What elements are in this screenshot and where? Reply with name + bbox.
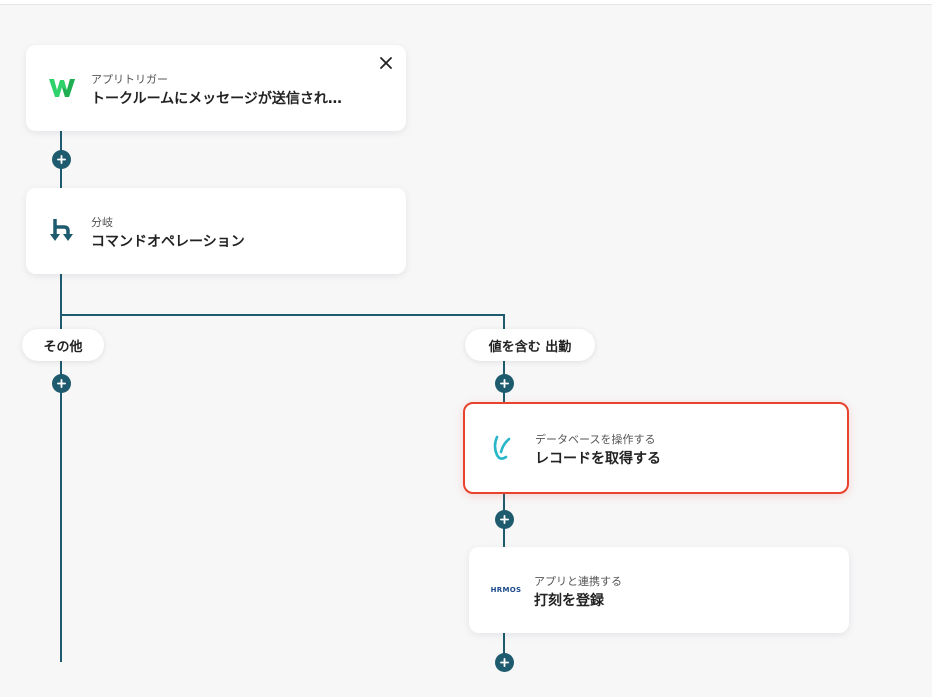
plus-icon <box>500 658 509 667</box>
database-card[interactable]: データベースを操作する レコードを取得する <box>463 402 849 494</box>
hrmos-logo-icon: HRMOS <box>489 583 523 597</box>
branch-subtitle: 分岐 <box>91 216 113 229</box>
add-step-button-end[interactable] <box>495 653 514 672</box>
yoom-database-icon <box>493 435 511 460</box>
close-icon[interactable] <box>378 55 394 71</box>
app-card[interactable]: HRMOS アプリと連携する 打刻を登録 <box>469 547 849 633</box>
plus-icon <box>500 515 509 524</box>
trigger-title: トークルームにメッセージが送信され… <box>91 91 342 107</box>
plus-icon <box>57 379 66 388</box>
add-step-button-other[interactable] <box>52 374 71 393</box>
top-bar <box>0 0 932 5</box>
app-title: 打刻を登録 <box>534 593 604 609</box>
database-title: レコードを取得する <box>535 451 661 467</box>
branch-label-contains[interactable]: 値を含む 出勤 <box>465 329 595 361</box>
add-step-button-contains[interactable] <box>495 374 514 393</box>
branch-card[interactable]: 分岐 コマンドオペレーション <box>26 188 406 274</box>
plus-icon <box>500 379 509 388</box>
add-step-button[interactable] <box>495 510 514 529</box>
worksmobile-logo-icon <box>49 79 75 97</box>
add-step-button[interactable] <box>52 150 71 169</box>
connector-branch-horizontal <box>60 314 505 316</box>
app-subtitle: アプリと連携する <box>534 575 622 588</box>
plus-icon <box>57 155 66 164</box>
database-subtitle: データベースを操作する <box>535 433 656 446</box>
branch-icon <box>50 219 73 241</box>
trigger-subtitle: アプリトリガー <box>91 73 168 86</box>
trigger-card[interactable]: アプリトリガー トークルームにメッセージが送信され… <box>26 45 406 131</box>
hrmos-logo-text: HRMOS <box>490 586 522 594</box>
branch-label-other[interactable]: その他 <box>22 329 104 361</box>
branch-title: コマンドオペレーション <box>91 234 245 250</box>
